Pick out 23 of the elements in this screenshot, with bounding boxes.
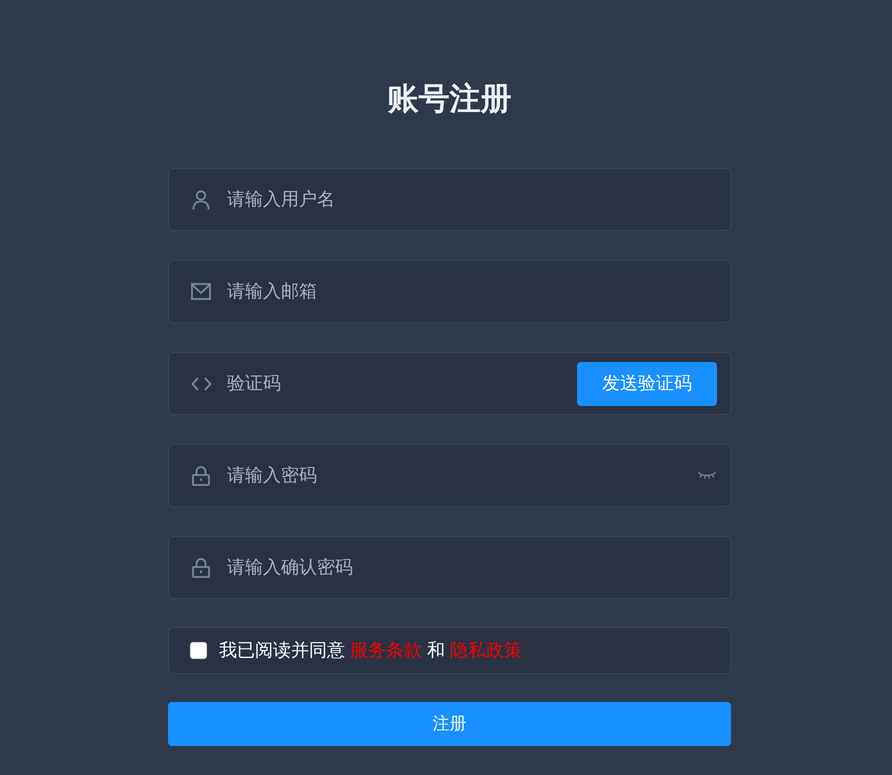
email-field[interactable]: 请输入邮箱 bbox=[168, 260, 731, 323]
password-input[interactable]: 请输入密码 bbox=[227, 462, 697, 490]
username-input[interactable]: 请输入用户名 bbox=[227, 186, 717, 214]
password-field[interactable]: 请输入密码 bbox=[168, 444, 731, 507]
register-button[interactable]: 注册 bbox=[168, 702, 731, 746]
terms-of-service-link[interactable]: 服务条款 bbox=[350, 640, 422, 660]
agreement-text: 我已阅读并同意 服务条款 和 隐私政策 bbox=[219, 639, 522, 662]
verification-code-field[interactable]: 验证码 发送验证码 bbox=[168, 352, 731, 415]
send-code-button[interactable]: 发送验证码 bbox=[577, 362, 717, 406]
verification-code-input[interactable]: 验证码 bbox=[227, 370, 577, 398]
eye-closed-icon[interactable] bbox=[697, 470, 717, 480]
page-title: 账号注册 bbox=[388, 80, 512, 118]
agreement-checkbox[interactable] bbox=[190, 642, 207, 659]
confirm-password-input[interactable]: 请输入确认密码 bbox=[227, 554, 717, 582]
email-input[interactable]: 请输入邮箱 bbox=[227, 278, 717, 306]
mail-icon bbox=[191, 283, 211, 300]
lock-icon bbox=[192, 558, 210, 578]
privacy-policy-link[interactable]: 隐私政策 bbox=[450, 640, 522, 660]
code-icon bbox=[190, 376, 212, 390]
user-icon bbox=[192, 190, 210, 210]
username-field[interactable]: 请输入用户名 bbox=[168, 168, 731, 231]
confirm-password-field[interactable]: 请输入确认密码 bbox=[168, 536, 731, 599]
lock-icon bbox=[192, 466, 210, 486]
